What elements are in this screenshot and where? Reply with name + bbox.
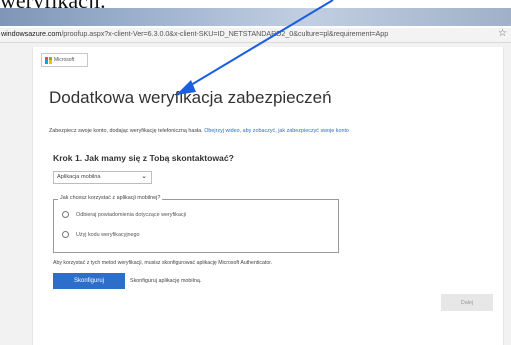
radio-option-notifications[interactable]: Odbieraj powiadomienia dotyczące weryfik… — [62, 211, 186, 218]
step-heading: Krok 1. Jak mamy się z Tobą skontaktować… — [53, 153, 234, 163]
url-path: /proofup.aspx?x-client-Ver=6.3.0.0&x-cli… — [61, 29, 389, 38]
logo-text: Microsoft — [54, 57, 75, 63]
url-host: windowsazure.com — [1, 29, 62, 38]
page-title: Dodatkowa weryfikacja zabezpieczeń — [49, 88, 332, 107]
select-value: Aplikacja mobilna — [57, 174, 101, 180]
radio-label: Użyj kodu weryfikacyjnego — [76, 231, 140, 238]
address-bar[interactable]: windowsazure.com/proofup.aspx?x-client-V… — [0, 28, 511, 43]
video-link[interactable]: Obejrzyj wideo, aby zobaczyć, jak zabezp… — [204, 128, 349, 134]
configure-button[interactable]: Skonfiguruj — [53, 273, 125, 289]
intro-plain: Zabezpiecz swoje konto, dodając weryfika… — [49, 128, 203, 134]
chevron-down-icon: ⌄ — [141, 173, 147, 180]
radio-button[interactable] — [62, 231, 69, 238]
mobile-app-options: Jak chcesz korzystać z aplikacji mobilne… — [53, 195, 339, 253]
authenticator-note: Aby korzystać z tych metod weryfikacji, … — [53, 260, 273, 266]
radio-button[interactable] — [62, 211, 69, 218]
browser-tab-strip — [0, 8, 511, 26]
intro-text: Zabezpiecz swoje konto, dodając weryfika… — [49, 128, 349, 134]
page-background: Microsoft Dodatkowa weryfikacja zabezpie… — [0, 43, 511, 345]
microsoft-logo-icon — [45, 56, 52, 64]
content-card: Microsoft Dodatkowa weryfikacja zabezpie… — [32, 47, 504, 345]
microsoft-logo: Microsoft — [41, 53, 88, 67]
url-text[interactable]: windowsazure.com/proofup.aspx?x-client-V… — [1, 29, 388, 38]
radio-option-code[interactable]: Użyj kodu weryfikacyjnego — [62, 231, 140, 238]
radio-label: Odbieraj powiadomienia dotyczące weryfik… — [76, 211, 186, 218]
star-icon[interactable]: ☆ — [498, 28, 507, 39]
options-legend: Jak chcesz korzystać z aplikacji mobilne… — [58, 195, 163, 201]
configure-hint: Skonfiguruj aplikację mobilną. — [130, 278, 202, 284]
next-button[interactable]: Dalej — [441, 294, 493, 311]
contact-method-select[interactable]: Aplikacja mobilna ⌄ — [53, 171, 152, 184]
